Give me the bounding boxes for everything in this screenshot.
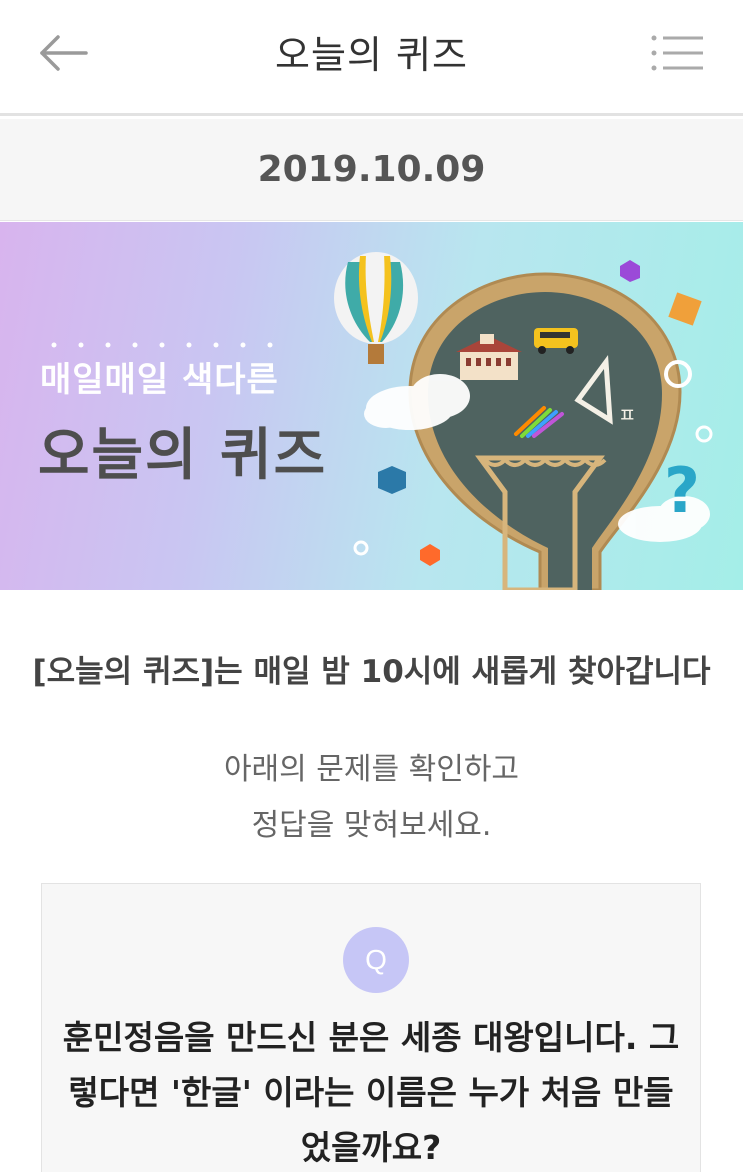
- intro-notice: [오늘의 퀴즈]는 매일 밤 10시에 새롭게 찾아갑니다: [32, 654, 711, 690]
- quiz-card: Q 훈민정음을 만드신 분은 세종 대왕입니다. 그렇다면 '한글' 이라는 이…: [41, 883, 701, 1172]
- banner-illustration: ㅍ ?: [334, 252, 713, 590]
- banner-title: 오늘의 퀴즈: [38, 423, 328, 488]
- app-header: 오늘의 퀴즈: [0, 0, 743, 116]
- page-title: 오늘의 퀴즈: [275, 33, 468, 77]
- quiz-banner: ㅍ ? 매일매일 색다른 오늘의 퀴즈: [0, 222, 743, 590]
- menu-list-icon: [651, 35, 703, 71]
- quiz-date: 2019.10.09: [257, 149, 486, 190]
- lightbulb-chalkboard-icon: [408, 272, 682, 590]
- hot-air-balloon-icon: [334, 252, 418, 364]
- decoration-dots: [51, 342, 273, 348]
- quiz-question: 훈민정음을 만드신 분은 세종 대왕입니다. 그렇다면 '한글' 이라는 이름은…: [62, 1018, 680, 1167]
- svg-text:ㅍ: ㅍ: [618, 403, 636, 427]
- cube-icon: [668, 292, 702, 326]
- banner-subtitle: 매일매일 색다른: [40, 360, 279, 400]
- question-badge: Q: [343, 927, 409, 993]
- question-mark-icon: ?: [664, 454, 700, 527]
- date-bar: 2019.10.09: [0, 119, 743, 221]
- intro-line-1: 아래의 문제를 확인하고: [223, 752, 520, 787]
- intro-line-2: 정답을 맞혀보세요.: [251, 808, 492, 843]
- menu-button[interactable]: [649, 30, 707, 76]
